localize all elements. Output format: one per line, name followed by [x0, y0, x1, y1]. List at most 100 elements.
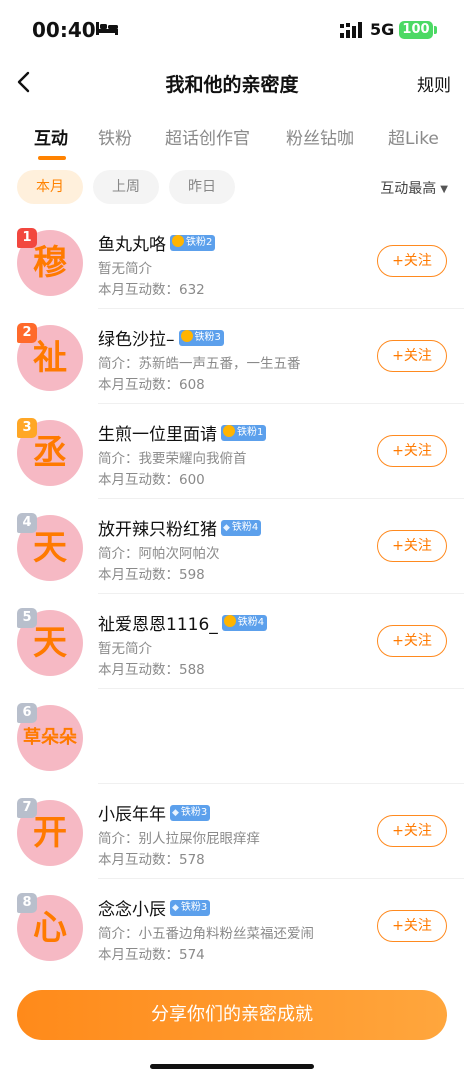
diamond-icon: ◆	[223, 522, 230, 533]
fan-emblem-icon	[180, 329, 193, 342]
user-intro: 简介：苏新皓一声五番，一生五番	[98, 356, 301, 372]
fan-level-badge: 铁粉1	[221, 424, 267, 441]
tab-bar: 互动 铁粉 超话创作官 粉丝钻咖 超Like	[0, 106, 464, 162]
follow-button[interactable]: +关注	[377, 435, 447, 467]
nav-bar: 我和他的亲密度 规则	[0, 60, 464, 106]
fan-emblem-icon	[223, 424, 235, 437]
filter-this-month[interactable]: 本月	[17, 170, 83, 204]
ranking-list: 穆 1 鱼丸丸咯 铁粉2 暂无简介 本月互动数：632 +关注 祉 2 绿色沙拉–…	[0, 214, 464, 974]
fan-level-text: 铁粉1	[237, 426, 264, 438]
follow-button[interactable]: +关注	[377, 530, 447, 562]
tab-supertopic-creator[interactable]: 超话创作官	[165, 124, 250, 149]
follow-button[interactable]: +关注	[377, 815, 447, 847]
user-intro: 简介：我要荣耀向我俯首	[98, 451, 247, 467]
fan-level-text: 铁粉4	[231, 521, 259, 533]
user-name[interactable]: 绿色沙拉–	[98, 330, 175, 350]
diamond-icon: ◆	[172, 902, 179, 913]
fan-level-text: 铁粉3	[180, 901, 208, 913]
diamond-icon: ◆	[172, 807, 179, 818]
battery-icon: 100	[399, 21, 433, 39]
battery-tip	[434, 26, 437, 34]
name-line: 生煎一位里面请 铁粉1	[98, 420, 267, 445]
user-intro: 暂无简介	[98, 641, 152, 657]
rank-badge: 5	[17, 608, 37, 628]
network-type: 5G	[370, 20, 395, 39]
interaction-count: 本月互动数：578	[98, 852, 205, 868]
interaction-count: 本月互动数：598	[98, 567, 205, 583]
user-name[interactable]: 祉爱恩恩1116_	[98, 615, 218, 635]
interaction-count: 本月互动数：608	[98, 377, 205, 393]
follow-button[interactable]: +关注	[377, 340, 447, 372]
active-tab-indicator	[38, 156, 66, 160]
fan-level-badge: ◆ 铁粉4	[221, 519, 262, 536]
rank-badge: 7	[17, 798, 37, 818]
rank-badge: 4	[17, 513, 37, 533]
share-intimacy-button[interactable]: 分享你们的亲密成就	[17, 990, 447, 1040]
name-line: 鱼丸丸咯 铁粉2	[98, 230, 216, 255]
tab-interaction[interactable]: 互动	[34, 124, 68, 149]
interaction-count: 本月互动数：600	[98, 472, 205, 488]
follow-button[interactable]: +关注	[377, 910, 447, 942]
page-title: 我和他的亲密度	[165, 74, 299, 96]
rank-badge: 2	[17, 323, 37, 343]
tab-iron-fans[interactable]: 铁粉	[98, 124, 132, 149]
rank-badge: 6	[17, 703, 37, 723]
user-name[interactable]: 鱼丸丸咯	[98, 235, 166, 255]
sort-dropdown[interactable]: 互动最高 ▼	[380, 178, 448, 198]
status-bar: 00:40 5G 100	[0, 0, 464, 60]
tab-fan-diamond[interactable]: 粉丝钻咖	[286, 124, 354, 149]
fan-emblem-icon	[223, 614, 236, 627]
filter-last-week[interactable]: 上周	[93, 170, 159, 204]
rank-badge: 1	[17, 228, 37, 248]
user-intro: 简介：别人拉屎你屁眼痒痒	[98, 831, 260, 847]
name-line: 放开辣只粉红猪 ◆ 铁粉4	[98, 515, 262, 540]
fan-level-text: 铁粉2	[186, 236, 213, 248]
fan-level-text: 铁粉3	[194, 331, 221, 343]
user-intro: 暂无简介	[98, 261, 152, 277]
user-intro: 简介：阿帕次阿帕次	[98, 546, 220, 562]
fan-level-text: 铁粉4	[237, 616, 265, 628]
name-line: 祉爱恩恩1116_ 铁粉4	[98, 610, 268, 635]
sort-label: 互动最高	[380, 181, 437, 197]
fan-level-badge: 铁粉3	[178, 329, 224, 346]
fan-level-badge: ◆ 铁粉3	[170, 899, 211, 916]
user-name[interactable]: 小辰年年	[98, 805, 166, 825]
tab-super-like[interactable]: 超Like	[388, 124, 439, 149]
name-line: 小辰年年 ◆ 铁粉3	[98, 800, 211, 825]
list-item[interactable]: 天 4 放开辣只粉红猪 ◆ 铁粉4 简介：阿帕次阿帕次 本月互动数：598 +关注	[0, 499, 464, 594]
user-name[interactable]: 念念小辰	[98, 900, 166, 920]
list-item[interactable]: 天 5 祉爱恩恩1116_ 铁粉4 暂无简介 本月互动数：588 +关注	[0, 594, 464, 689]
name-line: 绿色沙拉– 铁粉3	[98, 325, 224, 350]
screen: 00:40 5G 100 我和他的亲密度 规则 互动 铁粉 超话创作官 粉丝钻咖…	[0, 0, 464, 1080]
interaction-count: 本月互动数：632	[98, 282, 205, 298]
user-intro: 简介：小五番边角料粉丝菜福还爱闹	[98, 926, 314, 942]
list-item[interactable]: 草朵朵 6	[0, 689, 464, 784]
user-name[interactable]: 放开辣只粉红猪	[98, 520, 217, 540]
name-line: 念念小辰 ◆ 铁粉3	[98, 895, 211, 920]
sleep-bed-icon	[95, 20, 119, 40]
filter-yesterday[interactable]: 昨日	[169, 170, 235, 204]
home-indicator	[150, 1064, 314, 1069]
follow-button[interactable]: +关注	[377, 625, 447, 657]
interaction-count: 本月互动数：588	[98, 662, 205, 678]
rank-badge: 3	[17, 418, 37, 438]
fan-level-badge: 铁粉2	[170, 234, 216, 251]
list-item[interactable]: 心 8 念念小辰 ◆ 铁粉3 简介：小五番边角料粉丝菜福还爱闹 本月互动数：574 …	[0, 879, 464, 974]
list-item[interactable]: 丞 3 生煎一位里面请 铁粉1 简介：我要荣耀向我俯首 本月互动数：600 +关注	[0, 404, 464, 499]
fan-level-badge: 铁粉4	[221, 614, 268, 631]
filter-row: 本月 上周 昨日 互动最高 ▼	[0, 168, 464, 208]
caret-down-icon: ▼	[440, 184, 448, 195]
interaction-count: 本月互动数：574	[98, 947, 205, 963]
fan-level-text: 铁粉3	[180, 806, 208, 818]
list-item[interactable]: 祉 2 绿色沙拉– 铁粉3 简介：苏新皓一声五番，一生五番 本月互动数：608 +…	[0, 309, 464, 404]
rank-badge: 8	[17, 893, 37, 913]
signal-icon	[340, 22, 364, 38]
fan-emblem-icon	[172, 234, 184, 247]
fan-level-badge: ◆ 铁粉3	[170, 804, 211, 821]
list-item[interactable]: 开 7 小辰年年 ◆ 铁粉3 简介：别人拉屎你屁眼痒痒 本月互动数：578 +关注	[0, 784, 464, 879]
rules-link[interactable]: 规则	[417, 71, 451, 96]
list-item[interactable]: 穆 1 鱼丸丸咯 铁粉2 暂无简介 本月互动数：632 +关注	[0, 214, 464, 309]
user-name[interactable]: 生煎一位里面请	[98, 425, 217, 445]
follow-button[interactable]: +关注	[377, 245, 447, 277]
status-time: 00:40	[32, 18, 96, 42]
